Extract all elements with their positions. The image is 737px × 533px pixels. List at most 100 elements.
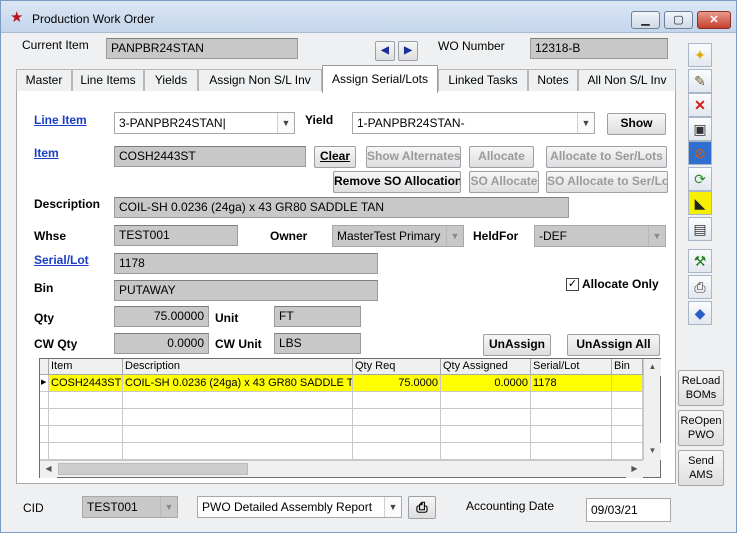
heldfor-select-value: -DEF xyxy=(539,229,567,243)
maximize-button[interactable]: ▢ xyxy=(664,11,693,29)
cancel-icon[interactable]: ⊘ xyxy=(688,141,712,165)
print-report-button[interactable]: ⎙ xyxy=(408,496,436,519)
tab-assign-serial-lots[interactable]: Assign Serial/Lots xyxy=(322,65,438,93)
column-header-qty-req[interactable]: Qty Req xyxy=(353,359,441,375)
tab-line-items[interactable]: Line Items xyxy=(72,69,144,92)
tab-linked-tasks[interactable]: Linked Tasks xyxy=(438,69,528,92)
scroll-up-icon[interactable]: ▲ xyxy=(644,359,661,376)
accounting-date-field[interactable]: 09/03/21 xyxy=(586,498,671,522)
yield-select[interactable]: 1-PANPBR24STAN- ▼ xyxy=(352,112,595,134)
minimize-button[interactable]: ▁ xyxy=(631,11,660,29)
next-item-button[interactable]: ▶ xyxy=(398,41,418,61)
line-item-link[interactable]: Line Item xyxy=(34,113,87,127)
empty-cell[interactable] xyxy=(612,443,643,460)
delete-icon[interactable]: ✕ xyxy=(688,93,712,117)
table-row-serial-lot-cell[interactable]: 1178 xyxy=(531,375,612,392)
empty-cell[interactable] xyxy=(612,392,643,409)
empty-cell[interactable] xyxy=(353,443,441,460)
cid-select[interactable]: TEST001 ▼ xyxy=(82,496,178,518)
scroll-right-icon[interactable]: ▶ xyxy=(626,461,643,478)
empty-cell[interactable] xyxy=(531,392,612,409)
line-item-select[interactable]: 3-PANPBR24STAN| ▼ xyxy=(114,112,295,134)
empty-cell[interactable] xyxy=(531,426,612,443)
new-record-icon[interactable]: ✦ xyxy=(688,43,712,67)
column-header-item[interactable]: Item xyxy=(49,359,123,375)
print-icon[interactable]: ⎙ xyxy=(688,275,712,299)
table-row-qty-assigned-cell[interactable]: 0.0000 xyxy=(441,375,531,392)
reload-boms-button[interactable]: ReLoad BOMs xyxy=(678,370,724,406)
empty-cell[interactable] xyxy=(441,443,531,460)
refresh-icon[interactable]: ⟳ xyxy=(688,167,712,191)
unassign-all-button[interactable]: UnAssign All xyxy=(567,334,660,356)
tab-all-non-sl-inv[interactable]: All Non S/L Inv xyxy=(578,69,676,92)
clear-button[interactable]: Clear xyxy=(314,146,356,168)
empty-cell[interactable] xyxy=(441,409,531,426)
show-alternates-button[interactable]: Show Alternates xyxy=(366,146,461,168)
heldfor-select[interactable]: -DEF ▼ xyxy=(534,225,666,247)
table-row-item-cell[interactable]: COSH2443ST xyxy=(49,375,123,392)
scroll-down-icon[interactable]: ▼ xyxy=(644,443,661,460)
empty-cell[interactable] xyxy=(123,443,353,460)
empty-cell[interactable] xyxy=(49,392,123,409)
show-button[interactable]: Show xyxy=(607,113,666,135)
reopen-pwo-button[interactable]: ReOpen PWO xyxy=(678,410,724,446)
tab-assign-non-sl-inv[interactable]: Assign Non S/L Inv xyxy=(198,69,322,92)
so-allocate-button[interactable]: SO Allocate xyxy=(469,171,539,193)
tab-notes[interactable]: Notes xyxy=(528,69,578,92)
send-ams-button[interactable]: Send AMS xyxy=(678,450,724,486)
column-header-serial-lot[interactable]: Serial/Lot xyxy=(531,359,612,375)
table-row-bin-cell[interactable] xyxy=(612,375,643,392)
so-allocate-to-ser-lot-button[interactable]: SO Allocate to Ser/Lot xyxy=(546,171,668,193)
empty-cell[interactable] xyxy=(353,426,441,443)
empty-cell[interactable] xyxy=(353,409,441,426)
tab-yields[interactable]: Yields xyxy=(144,69,198,92)
empty-cell[interactable] xyxy=(49,443,123,460)
scroll-thumb[interactable] xyxy=(58,463,248,475)
close-button[interactable]: ✕ xyxy=(697,11,731,29)
note-icon[interactable]: ◣ xyxy=(688,191,712,215)
prev-item-button[interactable]: ◀ xyxy=(375,41,395,61)
grid-vertical-scrollbar[interactable]: ▲ ▼ xyxy=(643,359,661,460)
empty-cell[interactable] xyxy=(353,392,441,409)
scroll-left-icon[interactable]: ◀ xyxy=(40,461,57,478)
empty-cell[interactable] xyxy=(123,392,353,409)
allocate-to-ser-lots-button[interactable]: Allocate to Ser/Lots xyxy=(546,146,667,168)
empty-cell[interactable] xyxy=(49,426,123,443)
edit-icon[interactable]: ✎ xyxy=(688,69,712,93)
table-row-description-cell[interactable]: COIL-SH 0.0236 (24ga) x 43 GR80 SADDLE T… xyxy=(123,375,353,392)
owner-select[interactable]: MasterTest Primary ▼ xyxy=(332,225,464,247)
tab-master[interactable]: Master xyxy=(16,69,72,92)
tool-icon[interactable]: ⚒ xyxy=(688,249,712,273)
empty-cell[interactable] xyxy=(49,409,123,426)
item-link[interactable]: Item xyxy=(34,146,59,160)
chevron-down-icon: ▼ xyxy=(577,113,594,133)
serial-lot-link[interactable]: Serial/Lot xyxy=(34,253,89,267)
empty-cell[interactable] xyxy=(531,409,612,426)
empty-cell[interactable] xyxy=(123,426,353,443)
table-row-qty-req-cell[interactable]: 75.0000 xyxy=(353,375,441,392)
empty-cell[interactable] xyxy=(123,409,353,426)
allocate-button[interactable]: Allocate xyxy=(469,146,534,168)
heldfor-label: HeldFor xyxy=(473,229,519,243)
calculator-icon[interactable]: ▤ xyxy=(688,217,712,241)
report-select[interactable]: PWO Detailed Assembly Report ▼ xyxy=(197,496,402,518)
empty-cell[interactable] xyxy=(531,443,612,460)
serial-lot-field[interactable]: 1178 xyxy=(114,253,378,274)
item-field[interactable]: COSH2443ST xyxy=(114,146,306,167)
remove-so-allocation-button[interactable]: Remove SO Allocation xyxy=(333,171,461,193)
empty-cell[interactable] xyxy=(612,409,643,426)
save-icon[interactable]: ▣ xyxy=(688,117,712,141)
empty-cell[interactable] xyxy=(612,426,643,443)
tag-icon[interactable]: ◆ xyxy=(688,301,712,325)
column-header-bin[interactable]: Bin xyxy=(612,359,643,375)
chevron-down-icon: ▼ xyxy=(446,226,463,246)
column-header-description[interactable]: Description xyxy=(123,359,353,375)
unassign-button[interactable]: UnAssign xyxy=(483,334,551,356)
empty-cell[interactable] xyxy=(441,426,531,443)
grid-horizontal-scrollbar[interactable]: ◀ ▶ xyxy=(40,460,643,478)
qty-field: 75.00000 xyxy=(114,306,209,327)
owner-label: Owner xyxy=(270,229,308,243)
column-header-qty-assigned[interactable]: Qty Assigned xyxy=(441,359,531,375)
allocate-only-checkbox[interactable]: ✓ xyxy=(566,278,579,291)
empty-cell[interactable] xyxy=(441,392,531,409)
